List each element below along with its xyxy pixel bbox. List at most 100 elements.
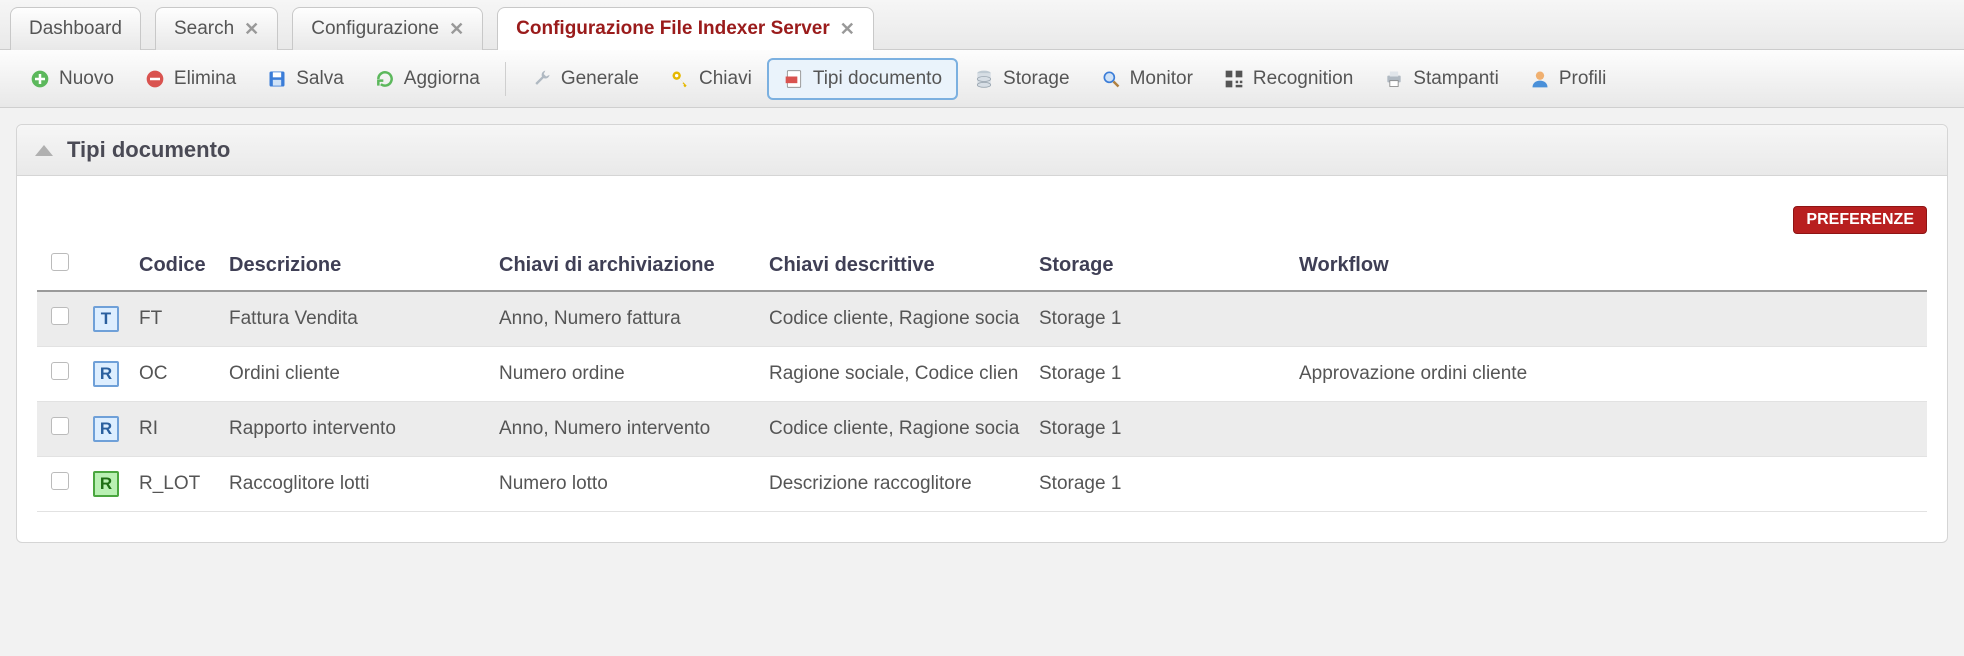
type-badge: T xyxy=(93,306,119,332)
table-row[interactable]: R OC Ordini cliente Numero ordine Ragion… xyxy=(37,347,1927,402)
cell-codice: FT xyxy=(129,291,219,347)
type-badge: R xyxy=(93,416,119,442)
recognition-button[interactable]: Recognition xyxy=(1208,59,1368,99)
key-icon xyxy=(669,68,691,90)
aggiorna-button[interactable]: Aggiorna xyxy=(359,59,495,99)
row-checkbox[interactable] xyxy=(51,417,69,435)
cell-codice: OC xyxy=(129,347,219,402)
close-icon[interactable]: ✕ xyxy=(244,20,259,38)
col-workflow[interactable]: Workflow xyxy=(1289,240,1927,291)
table-row[interactable]: T FT Fattura Vendita Anno, Numero fattur… xyxy=(37,291,1927,347)
row-checkbox[interactable] xyxy=(51,472,69,490)
button-label: Profili xyxy=(1559,68,1607,90)
cell-descrizione: Rapporto intervento xyxy=(219,402,489,457)
cell-chiavi-archiviazione: Numero ordine xyxy=(489,347,759,402)
cell-descrizione: Raccoglitore lotti xyxy=(219,457,489,512)
select-all-checkbox[interactable] xyxy=(51,253,69,271)
storage-button[interactable]: Storage xyxy=(958,59,1085,99)
tab-label: Dashboard xyxy=(29,18,122,40)
panel-body: PREFERENZE Codice Descrizione Chiavi di … xyxy=(17,176,1947,542)
add-icon xyxy=(29,68,51,90)
toolbar: Nuovo Elimina Salva Aggiorna Generale xyxy=(0,50,1964,108)
cell-descrizione: Fattura Vendita xyxy=(219,291,489,347)
col-descrizione[interactable]: Descrizione xyxy=(219,240,489,291)
button-label: Storage xyxy=(1003,68,1070,90)
col-codice[interactable]: Codice xyxy=(129,240,219,291)
row-checkbox[interactable] xyxy=(51,362,69,380)
row-checkbox[interactable] xyxy=(51,307,69,325)
cell-codice: RI xyxy=(129,402,219,457)
type-badge: R xyxy=(93,471,119,497)
tipi-documento-button[interactable]: Tipi documento xyxy=(767,58,958,100)
select-all-header xyxy=(37,240,83,291)
database-icon xyxy=(973,68,995,90)
save-icon xyxy=(266,68,288,90)
cell-storage: Storage 1 xyxy=(1029,402,1289,457)
cell-chiavi-archiviazione: Numero lotto xyxy=(489,457,759,512)
tab-configurazione[interactable]: Configurazione ✕ xyxy=(292,7,483,50)
button-label: Aggiorna xyxy=(404,68,480,90)
pdf-icon xyxy=(783,68,805,90)
cell-chiavi-archiviazione: Anno, Numero fattura xyxy=(489,291,759,347)
button-label: Nuovo xyxy=(59,68,114,90)
cell-chiavi-descrittive: Ragione sociale, Codice clien xyxy=(759,347,1029,402)
tab-label: Configurazione xyxy=(311,18,439,40)
monitor-button[interactable]: Monitor xyxy=(1085,59,1208,99)
separator xyxy=(505,62,506,96)
button-label: Salva xyxy=(296,68,344,90)
button-label: Generale xyxy=(561,68,639,90)
col-chiavi-archiviazione[interactable]: Chiavi di archiviazione xyxy=(489,240,759,291)
user-icon xyxy=(1529,68,1551,90)
cell-storage: Storage 1 xyxy=(1029,347,1289,402)
cell-chiavi-descrittive: Descrizione raccoglitore xyxy=(759,457,1029,512)
printer-icon xyxy=(1383,68,1405,90)
cell-workflow xyxy=(1289,402,1927,457)
cell-chiavi-archiviazione: Anno, Numero intervento xyxy=(489,402,759,457)
col-storage[interactable]: Storage xyxy=(1029,240,1289,291)
generale-button[interactable]: Generale xyxy=(516,59,654,99)
panel-title: Tipi documento xyxy=(67,137,230,163)
type-badge: R xyxy=(93,361,119,387)
tab-bar: Dashboard Search ✕ Configurazione ✕ Conf… xyxy=(0,0,1964,50)
table-row[interactable]: R RI Rapporto intervento Anno, Numero in… xyxy=(37,402,1927,457)
qr-icon xyxy=(1223,68,1245,90)
chiavi-button[interactable]: Chiavi xyxy=(654,59,767,99)
cell-workflow xyxy=(1289,457,1927,512)
tab-configurazione-file-indexer[interactable]: Configurazione File Indexer Server ✕ xyxy=(497,7,874,50)
wrench-icon xyxy=(531,68,553,90)
tab-search[interactable]: Search ✕ xyxy=(155,7,278,50)
refresh-icon xyxy=(374,68,396,90)
cell-workflow xyxy=(1289,291,1927,347)
stampanti-button[interactable]: Stampanti xyxy=(1368,59,1514,99)
cell-chiavi-descrittive: Codice cliente, Ragione socia xyxy=(759,402,1029,457)
cell-codice: R_LOT xyxy=(129,457,219,512)
elimina-button[interactable]: Elimina xyxy=(129,59,251,99)
cell-descrizione: Ordini cliente xyxy=(219,347,489,402)
col-chiavi-descrittive[interactable]: Chiavi descrittive xyxy=(759,240,1029,291)
preferenze-button[interactable]: PREFERENZE xyxy=(1793,206,1927,234)
table-row[interactable]: R R_LOT Raccoglitore lotti Numero lotto … xyxy=(37,457,1927,512)
tab-label: Search xyxy=(174,18,234,40)
panel-header: Tipi documento xyxy=(17,125,1947,176)
badge-header xyxy=(83,240,129,291)
profili-button[interactable]: Profili xyxy=(1514,59,1622,99)
button-label: Monitor xyxy=(1130,68,1193,90)
cell-storage: Storage 1 xyxy=(1029,291,1289,347)
tipi-documento-table: Codice Descrizione Chiavi di archiviazio… xyxy=(37,240,1927,512)
button-label: Chiavi xyxy=(699,68,752,90)
button-label: Stampanti xyxy=(1413,68,1499,90)
remove-icon xyxy=(144,68,166,90)
panel-tipi-documento: Tipi documento PREFERENZE Codice Descriz… xyxy=(16,124,1948,543)
salva-button[interactable]: Salva xyxy=(251,59,359,99)
button-label: Elimina xyxy=(174,68,236,90)
close-icon[interactable]: ✕ xyxy=(840,20,855,38)
nuovo-button[interactable]: Nuovo xyxy=(14,59,129,99)
button-label: Tipi documento xyxy=(813,68,942,90)
tab-dashboard[interactable]: Dashboard xyxy=(10,7,141,50)
cell-storage: Storage 1 xyxy=(1029,457,1289,512)
collapse-toggle-icon[interactable] xyxy=(35,145,53,156)
magnifier-icon xyxy=(1100,68,1122,90)
tab-label: Configurazione File Indexer Server xyxy=(516,18,830,40)
close-icon[interactable]: ✕ xyxy=(449,20,464,38)
cell-chiavi-descrittive: Codice cliente, Ragione socia xyxy=(759,291,1029,347)
